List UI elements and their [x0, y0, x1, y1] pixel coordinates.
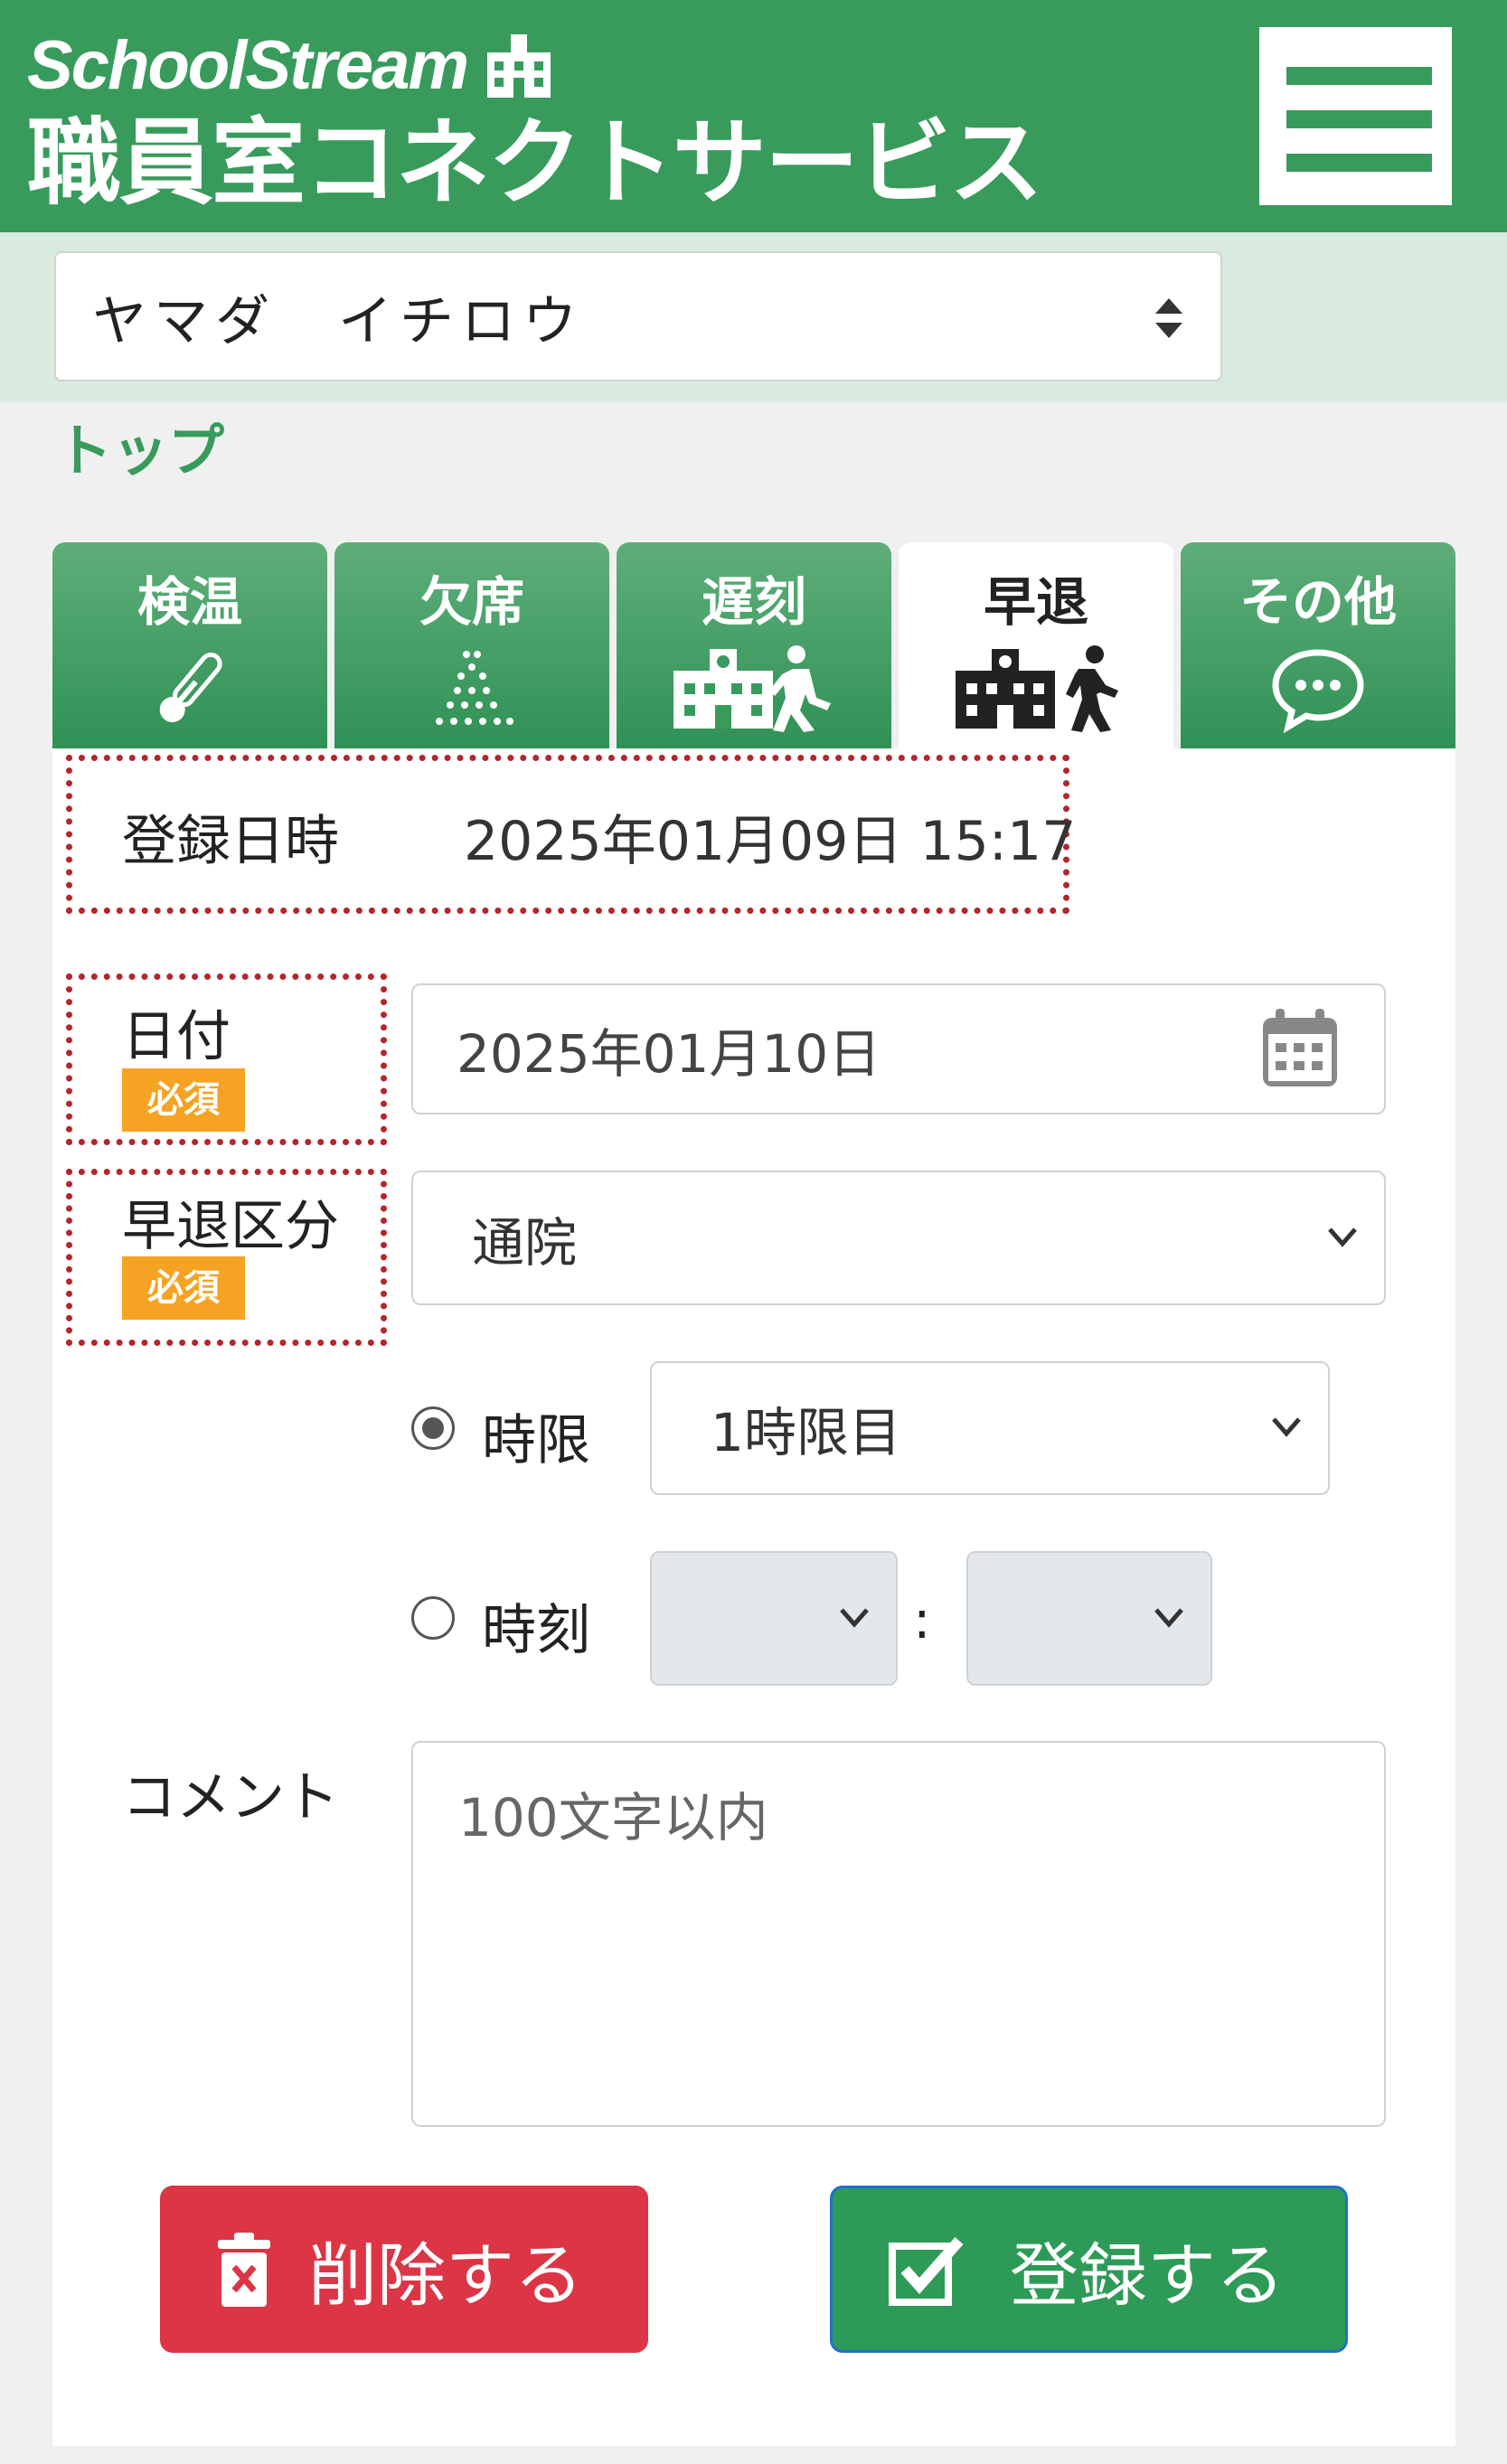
registered-datetime-value: 2025年01月09日 15:17 [464, 810, 1077, 873]
registered-datetime-label: 登録日時 [122, 810, 339, 873]
tab-label: 検温 [137, 571, 242, 633]
date-input[interactable]: 2025年01月10日 [411, 983, 1386, 1114]
required-badge: 必須 [122, 1256, 245, 1320]
app-header: SchoolStream 職員室コネクトサービス [0, 0, 1507, 232]
tab-late[interactable]: 遅刻 [617, 542, 891, 748]
building-icon [487, 34, 551, 98]
brand-name: SchoolStream [27, 27, 469, 104]
chevron-down-icon [1154, 1607, 1183, 1628]
tab-other[interactable]: その他 [1181, 542, 1455, 748]
school-walk-in-icon [673, 645, 831, 732]
period-select-value: 1時限目 [711, 1402, 901, 1463]
comment-placeholder: 100文字以内 [458, 1787, 768, 1848]
chat-icon [1272, 649, 1364, 734]
tab-temperature[interactable]: 検温 [52, 542, 327, 748]
hamburger-icon-bar [1286, 154, 1432, 172]
thermometer-icon [159, 652, 222, 722]
hamburger-icon-bar [1286, 110, 1432, 128]
report-type-tabs: 検温 欠席 遅刻 早退 その他 [52, 542, 1455, 748]
chevron-down-icon [1272, 1417, 1301, 1437]
type-label: 早退区分 [122, 1195, 339, 1258]
dots-icon [436, 651, 513, 725]
brand-logo: SchoolStream 職員室コネクトサービス [27, 25, 1043, 218]
comment-label: コメント [122, 1766, 339, 1829]
required-badge: 必須 [122, 1068, 245, 1132]
period-radio[interactable] [411, 1406, 455, 1450]
school-walk-out-icon [956, 645, 1118, 732]
hamburger-icon [1286, 67, 1432, 85]
type-select[interactable]: 通院 [411, 1171, 1386, 1305]
delete-button-label: 削除する [308, 2234, 583, 2316]
hamburger-menu-button[interactable] [1259, 27, 1452, 205]
sort-arrows-icon [1155, 298, 1182, 338]
minute-select[interactable] [966, 1551, 1212, 1686]
tab-label: 欠席 [419, 571, 524, 633]
time-radio-label: 時刻 [482, 1599, 590, 1662]
tab-absence[interactable]: 欠席 [334, 542, 609, 748]
submit-button[interactable]: 登録する [830, 2186, 1348, 2353]
trash-icon [218, 2232, 270, 2307]
time-separator: : [913, 1589, 931, 1651]
tab-label: その他 [1239, 571, 1397, 633]
student-select[interactable]: ヤマダ イチロウ [54, 251, 1222, 381]
student-select-value: ヤマダ イチロウ [92, 289, 584, 353]
time-radio[interactable] [411, 1596, 455, 1640]
chevron-down-icon [1328, 1227, 1357, 1247]
date-input-value: 2025年01月10日 [457, 1022, 881, 1085]
service-name: 職員室コネクトサービス [27, 108, 1043, 218]
delete-button[interactable]: 削除する [160, 2186, 648, 2353]
comment-textarea[interactable]: 100文字以内 [411, 1741, 1386, 2127]
tab-label: 遅刻 [701, 571, 806, 633]
chevron-down-icon [840, 1607, 869, 1628]
date-label: 日付 [122, 1005, 231, 1068]
tab-label: 早退 [983, 571, 1088, 633]
breadcrumb-top-link[interactable]: トップ [56, 405, 224, 486]
period-select[interactable]: 1時限目 [650, 1361, 1330, 1495]
type-select-value: 通院 [472, 1211, 578, 1274]
period-radio-label: 時限 [482, 1409, 590, 1472]
calendar-icon[interactable] [1257, 1007, 1342, 1092]
hour-select[interactable] [650, 1551, 898, 1686]
submit-button-label: 登録する [1010, 2234, 1285, 2316]
tab-early-leave[interactable]: 早退 [899, 542, 1173, 748]
checkbox-checked-icon [889, 2236, 964, 2306]
